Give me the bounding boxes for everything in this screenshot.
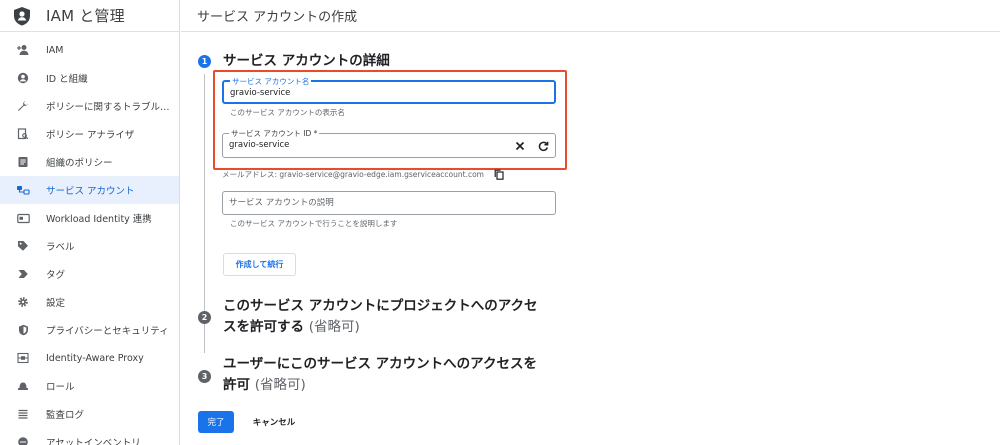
sidebar-item-audit-logs[interactable]: 監査ログ xyxy=(0,400,179,428)
sidebar-item-org-policies[interactable]: 組織のポリシー xyxy=(0,148,179,176)
sidebar-item-label: ラベル xyxy=(46,242,75,253)
sidebar-item-label: ポリシーに関するトラブル… xyxy=(46,102,170,113)
sidebar-item-label: アセットインベントリ xyxy=(46,438,141,445)
step-3-title-line2: 許可 (省略可) xyxy=(223,375,563,396)
step-3-badge: 3 xyxy=(198,370,211,383)
copy-icon[interactable] xyxy=(492,167,506,181)
service-account-id-field[interactable]: サービス アカウント ID * xyxy=(222,129,556,158)
stepper-line xyxy=(204,74,205,346)
cancel-button[interactable]: キャンセル xyxy=(245,411,303,433)
sidebar-item-id-organization[interactable]: ID と組織 xyxy=(0,64,179,92)
step-2-title-main: スを許可する xyxy=(223,319,304,335)
sidebar-item-policy-analyzer[interactable]: ポリシー アナライザ xyxy=(0,120,179,148)
sidebar-item-workload-identity[interactable]: Workload Identity 連携 xyxy=(0,204,179,232)
service-account-id-label: サービス アカウント ID * xyxy=(229,129,320,138)
hat-icon xyxy=(16,379,30,393)
list-document-icon xyxy=(16,155,30,169)
sidebar-item-service-accounts[interactable]: サービス アカウント xyxy=(0,176,179,204)
page-title: サービス アカウントの作成 xyxy=(197,10,358,25)
sidebar: IAM と管理 IAM ID と組織 ポリシーに関するトラブル… ポリシー アナ… xyxy=(0,0,180,445)
tag-arrow-icon xyxy=(16,267,30,281)
step-3-title-line1: ユーザーにこのサービス アカウントへのアクセスを xyxy=(223,356,537,372)
shield-icon xyxy=(16,323,30,337)
sidebar-item-label: ID と組織 xyxy=(46,74,88,85)
step-1-title: サービス アカウントの詳細 xyxy=(223,53,390,69)
sidebar-item-label: Workload Identity 連携 xyxy=(46,214,152,225)
service-account-name-label: サービス アカウント名 xyxy=(230,77,312,86)
gear-icon xyxy=(16,295,30,309)
id-card-icon xyxy=(16,211,30,225)
clear-icon[interactable] xyxy=(513,139,527,153)
service-account-name-hint: このサービス アカウントの表示名 xyxy=(230,108,345,117)
service-account-description-input[interactable] xyxy=(229,198,499,208)
sidebar-item-roles[interactable]: ロール xyxy=(0,372,179,400)
sidebar-item-privacy-security[interactable]: プライバシーとセキュリティ xyxy=(0,316,179,344)
sidebar-item-iam[interactable]: IAM xyxy=(0,36,179,64)
account-circle-icon xyxy=(16,71,30,85)
sidebar-item-policy-troubleshooter[interactable]: ポリシーに関するトラブル… xyxy=(0,92,179,120)
document-search-icon xyxy=(16,127,30,141)
step-2-optional: (省略可) xyxy=(308,319,360,335)
list-lines-icon xyxy=(16,407,30,421)
step-1-badge: 1 xyxy=(198,55,211,68)
sidebar-item-label: 組織のポリシー xyxy=(46,158,113,169)
sidebar-title: IAM と管理 xyxy=(46,7,125,25)
done-button[interactable]: 完了 xyxy=(198,411,234,433)
sidebar-item-label: プライバシーとセキュリティ xyxy=(46,326,169,337)
step-2-title-line1: このサービス アカウントにプロジェクトへのアクセ xyxy=(223,298,538,314)
label-tag-icon xyxy=(16,239,30,253)
step-2-title[interactable]: このサービス アカウントにプロジェクトへのアクセ スを許可する (省略可) xyxy=(223,296,563,338)
sidebar-header: IAM と管理 xyxy=(0,0,179,32)
person-add-icon xyxy=(16,43,30,57)
service-account-name-field[interactable]: サービス アカウント名 xyxy=(222,77,556,104)
page-header: サービス アカウントの作成 xyxy=(181,0,1000,32)
sidebar-item-label: タグ xyxy=(46,270,66,281)
step-2-badge: 2 xyxy=(198,311,211,324)
service-account-name-input[interactable] xyxy=(230,88,500,98)
sidebar-item-label: サービス アカウント xyxy=(46,186,135,197)
sidebar-nav: IAM ID と組織 ポリシーに関するトラブル… ポリシー アナライザ 組織のポ… xyxy=(0,36,179,445)
step-3-optional: (省略可) xyxy=(254,377,306,393)
sidebar-item-labels[interactable]: ラベル xyxy=(0,232,179,260)
wrench-icon xyxy=(16,99,30,113)
shield-logo-icon xyxy=(12,6,32,26)
step-3-title-main: 許可 xyxy=(223,377,250,393)
sidebar-item-label: 設定 xyxy=(46,298,66,309)
inventory-icon xyxy=(16,435,30,445)
refresh-icon[interactable] xyxy=(536,139,550,153)
sidebar-item-label: ポリシー アナライザ xyxy=(46,130,135,141)
stepper-line xyxy=(204,339,205,353)
sidebar-item-label: IAM xyxy=(46,44,64,56)
sidebar-item-label: 監査ログ xyxy=(46,410,85,421)
proxy-icon xyxy=(16,351,30,365)
sidebar-item-label: Identity-Aware Proxy xyxy=(46,352,144,364)
sidebar-item-settings[interactable]: 設定 xyxy=(0,288,179,316)
service-account-icon xyxy=(16,183,30,197)
sidebar-item-tags[interactable]: タグ xyxy=(0,260,179,288)
service-account-description-hint: このサービス アカウントで行うことを説明します xyxy=(230,219,398,228)
service-account-id-input[interactable] xyxy=(229,140,489,150)
step-2-title-line2: スを許可する (省略可) xyxy=(223,317,563,338)
sidebar-item-identity-aware-proxy[interactable]: Identity-Aware Proxy xyxy=(0,344,179,372)
email-address-line: メールアドレス: gravio-service@gravio-edge.iam.… xyxy=(222,167,506,181)
step-3-title[interactable]: ユーザーにこのサービス アカウントへのアクセスを 許可 (省略可) xyxy=(223,354,563,396)
sidebar-item-asset-inventory[interactable]: アセットインベントリ xyxy=(0,428,179,445)
create-and-continue-button[interactable]: 作成して続行 xyxy=(223,253,296,276)
email-address-text: メールアドレス: gravio-service@gravio-edge.iam.… xyxy=(222,169,484,179)
sidebar-item-label: ロール xyxy=(46,382,75,393)
service-account-description-field[interactable] xyxy=(222,191,556,215)
